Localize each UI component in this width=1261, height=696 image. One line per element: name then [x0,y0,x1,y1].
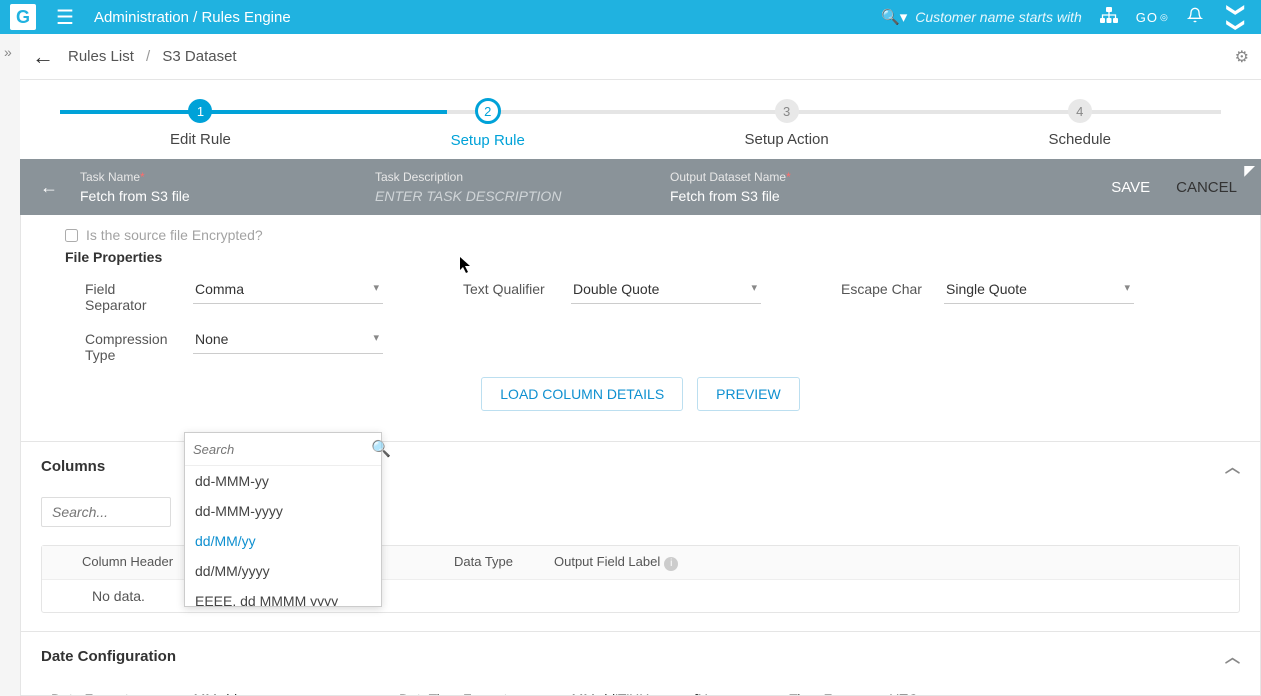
preview-button[interactable]: PREVIEW [697,377,800,411]
top-nav: G ☰ Administration / Rules Engine 🔍▾ Cus… [0,0,1261,34]
timezone-label: Time Zone [789,687,869,696]
dropdown-option[interactable]: dd-MMM-yy [185,466,381,496]
step-schedule[interactable]: 4 Schedule [1048,99,1111,148]
datetime-format-label: DateTime Format [399,687,519,696]
app-logo[interactable]: G [10,4,36,30]
datetime-format-select[interactable]: yyyy-MM-dd'T'HH:mm:ss['.'... [537,687,739,696]
encrypted-label: Is the source file Encrypted? [86,227,263,243]
taskbar-back-icon[interactable]: ← [40,177,58,198]
field-separator-select[interactable]: Comma [193,277,383,304]
step-setup-action[interactable]: 3 Setup Action [745,99,829,148]
text-qualifier-label: Text Qualifier [463,277,553,297]
dropdown-option[interactable]: dd/MM/yyyy [185,556,381,586]
page-breadcrumb: Rules List / S3 Dataset [68,48,237,65]
dropdown-options: dd-MMM-yy dd-MMM-yyyy dd/MM/yy dd/MM/yyy… [185,466,381,606]
expand-sidebar-icon[interactable]: » [4,44,12,60]
date-format-select[interactable]: yyyy-MM-dd [159,687,349,696]
dropdown-option[interactable]: dd-MMM-yyyy [185,496,381,526]
date-format-dropdown: 🔍 dd-MMM-yy dd-MMM-yyyy dd/MM/yy dd/MM/y… [184,432,382,607]
field-separator-label: Field Separator [85,277,175,313]
chevron-up-icon[interactable]: ︿ [1225,456,1240,477]
date-config-panel: Date Configuration ︿ Date Format yyyy-MM… [21,631,1260,696]
top-search[interactable]: 🔍▾ Customer name starts with [881,8,1082,26]
cancel-button[interactable]: CANCEL [1176,179,1237,196]
bell-icon[interactable] [1187,7,1203,28]
collapse-taskbar-icon[interactable]: ◤ [1244,162,1255,179]
step-edit-rule[interactable]: 1 Edit Rule [170,99,231,148]
timezone-select[interactable]: UTC [887,687,1077,696]
chevron-up-icon[interactable]: ︿ [1225,646,1240,667]
dropdown-search-input[interactable] [193,442,371,457]
text-qualifier-select[interactable]: Double Quote [571,277,761,304]
compression-select[interactable]: None [193,327,383,354]
go-button[interactable]: GO◎ [1136,10,1169,25]
compression-label: Compression Type [85,327,175,363]
escape-char-select[interactable]: Single Quote [944,277,1134,304]
back-arrow-icon[interactable]: ← [32,44,54,70]
load-column-details-button[interactable]: LOAD COLUMN DETAILS [481,377,683,411]
encrypted-checkbox[interactable] [65,229,78,242]
task-bar: ← ◤ Task Name* Fetch from S3 file Task D… [20,159,1261,215]
columns-title: Columns [41,458,105,475]
stepper: 1 Edit Rule 2 Setup Rule 3 Setup Action … [20,80,1261,159]
task-description-input[interactable]: ENTER TASK DESCRIPTION [375,188,670,204]
crumb-rules-list[interactable]: Rules List [68,48,134,65]
org-chart-icon[interactable] [1100,7,1118,28]
top-search-placeholder: Customer name starts with [915,9,1082,25]
output-dataset-value[interactable]: Fetch from S3 file [670,188,965,204]
top-breadcrumb: Administration / Rules Engine [94,9,291,26]
save-button[interactable]: SAVE [1111,179,1150,196]
date-config-title: Date Configuration [41,648,176,665]
task-name-value[interactable]: Fetch from S3 file [80,188,375,204]
gear-icon[interactable]: ⚙ [1235,47,1249,67]
dropdown-option[interactable]: dd/MM/yy [185,526,381,556]
search-icon: 🔍 [371,439,391,459]
search-icon: 🔍▾ [881,8,907,26]
sub-header: ← Rules List / S3 Dataset ⚙ [20,34,1261,80]
menu-icon[interactable]: ☰ [56,5,74,30]
expand-icon[interactable]: ❯❯ [1225,2,1246,32]
columns-search-input[interactable] [41,497,171,527]
th-data-type: Data Type [442,546,542,579]
step-setup-rule[interactable]: 2 Setup Rule [451,98,525,149]
info-icon[interactable]: i [664,557,678,571]
date-format-label: Date Format [51,687,141,696]
crumb-current: S3 Dataset [162,48,236,65]
escape-char-label: Escape Char [841,277,926,297]
dropdown-option[interactable]: EEEE, dd MMMM yyyy [185,586,381,606]
th-output-field: Output Field Labeli [542,546,792,579]
file-properties-title: File Properties [65,249,1236,265]
